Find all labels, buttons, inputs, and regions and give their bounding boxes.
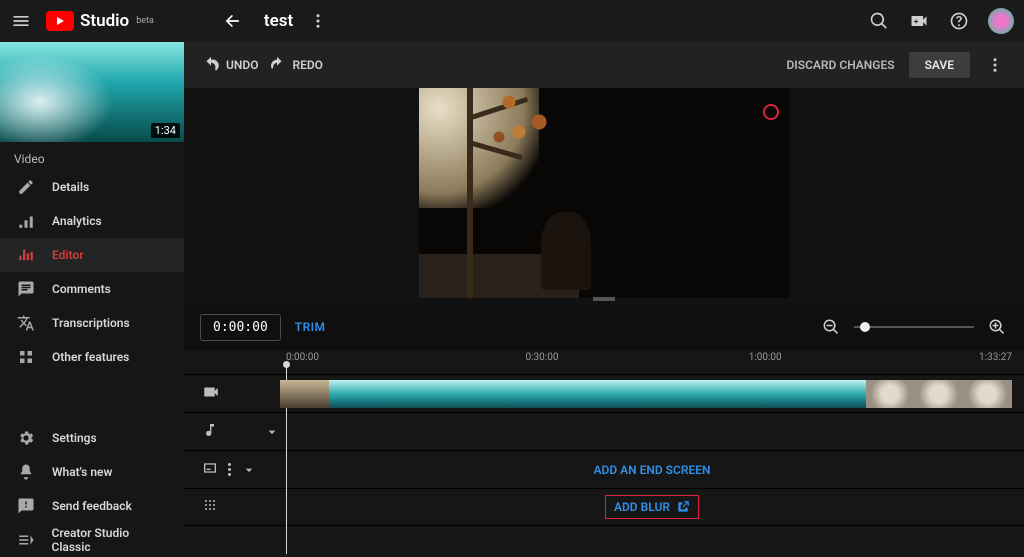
redo-label: REDO (292, 58, 322, 72)
blur-track: ADD BLUR (184, 488, 1024, 526)
trim-button[interactable]: TRIM (295, 320, 326, 334)
sidebar-item-other[interactable]: Other features (0, 340, 184, 374)
project-kebab-menu[interactable] (307, 10, 329, 32)
blur-icon (202, 497, 218, 517)
sidebar-item-label: Editor (52, 248, 84, 262)
sidebar-item-label: Comments (52, 282, 111, 296)
add-blur-label: ADD BLUR (614, 500, 670, 514)
translate-icon (16, 314, 36, 332)
sidebar-item-label: Other features (52, 350, 129, 364)
add-end-screen-button[interactable]: ADD AN END SCREEN (280, 463, 1024, 477)
comments-icon (16, 280, 36, 298)
sidebar-item-label: Details (52, 180, 89, 194)
sidebar-item-comments[interactable]: Comments (0, 272, 184, 306)
playback-controls: 0:00:00 TRIM (184, 304, 1024, 350)
save-button[interactable]: SAVE (909, 52, 970, 78)
sidebar-item-feedback[interactable]: Send feedback (0, 489, 184, 523)
ruler-mark: 0:00:00 (286, 352, 319, 363)
project-title: test (264, 11, 293, 31)
ruler-end: 1:33:27 (979, 352, 1012, 363)
track-kebab-icon[interactable] (228, 463, 231, 476)
sidebar-item-details[interactable]: Details (0, 170, 184, 204)
sidebar-item-analytics[interactable]: Analytics (0, 204, 184, 238)
create-icon[interactable] (908, 10, 930, 32)
analytics-icon (16, 212, 36, 230)
video-track-icon (202, 383, 220, 405)
chevron-down-icon[interactable] (264, 424, 280, 440)
account-avatar[interactable] (988, 8, 1014, 34)
audio-track (184, 412, 1024, 450)
gear-icon (16, 429, 36, 447)
youtube-play-icon (46, 11, 74, 31)
timeline: 0:00:00 0:30:00 1:00:00 1:33:27 (184, 350, 1024, 557)
sidebar-item-whatsnew[interactable]: What's new (0, 455, 184, 489)
discard-button[interactable]: DISCARD CHANGES (786, 58, 894, 72)
video-track (184, 374, 1024, 412)
sidebar-item-label: Analytics (52, 214, 102, 228)
sidebar-item-label: Creator Studio Classic (51, 526, 168, 554)
menu-button[interactable] (10, 10, 32, 32)
sidebar-item-label: Transcriptions (52, 316, 130, 330)
open-external-icon (676, 500, 690, 514)
back-button[interactable] (222, 10, 244, 32)
zoom-slider[interactable] (854, 326, 974, 328)
current-time-input[interactable]: 0:00:00 (200, 314, 281, 341)
timeline-ruler[interactable]: 0:00:00 0:30:00 1:00:00 1:33:27 (280, 350, 1024, 374)
video-preview[interactable] (419, 88, 789, 298)
record-indicator-icon (763, 104, 779, 120)
undo-button[interactable]: UNDO (202, 56, 258, 74)
sidebar-item-settings[interactable]: Settings (0, 421, 184, 455)
sidebar-item-label: Send feedback (52, 499, 132, 513)
ruler-mark: 0:30:00 (526, 352, 559, 363)
panel-drag-handle[interactable] (593, 297, 615, 301)
redo-button[interactable]: REDO (268, 56, 322, 74)
zoom-in-icon[interactable] (986, 316, 1008, 338)
editor-icon (16, 246, 36, 264)
sidebar-item-label: What's new (52, 465, 112, 479)
announce-icon (16, 463, 36, 481)
classic-icon (16, 531, 35, 549)
sidebar-item-label: Settings (52, 431, 97, 445)
preview-area (184, 88, 1024, 304)
editor-toolbar: UNDO REDO DISCARD CHANGES SAVE (184, 42, 1024, 88)
video-thumbnail[interactable]: 1:34 (0, 42, 184, 142)
other-icon (16, 348, 36, 366)
youtube-studio-logo[interactable]: Studio beta (46, 11, 154, 31)
sidebar: 1:34 Video Details Analytics Editor Comm… (0, 42, 184, 557)
zoom-out-icon[interactable] (820, 316, 842, 338)
thumbnail-duration: 1:34 (151, 123, 180, 138)
sidebar-item-editor[interactable]: Editor (0, 238, 184, 272)
brand-name: Studio (80, 11, 129, 31)
feedback-icon (16, 497, 36, 515)
sidebar-section-label: Video (0, 142, 184, 170)
chevron-down-icon[interactable] (241, 462, 257, 478)
brand-badge: beta (136, 16, 154, 26)
music-note-icon (202, 422, 218, 442)
video-thumb-strip[interactable] (280, 380, 1024, 408)
add-blur-button[interactable]: ADD BLUR (280, 495, 1024, 519)
sidebar-item-classic[interactable]: Creator Studio Classic (0, 523, 184, 557)
end-screen-icon (202, 460, 218, 480)
undo-label: UNDO (226, 58, 258, 72)
help-icon[interactable] (948, 10, 970, 32)
ruler-mark: 1:00:00 (749, 352, 782, 363)
sidebar-item-transcriptions[interactable]: Transcriptions (0, 306, 184, 340)
end-screen-track: ADD AN END SCREEN (184, 450, 1024, 488)
editor-kebab-menu[interactable] (984, 54, 1006, 76)
search-icon[interactable] (868, 10, 890, 32)
pencil-icon (16, 178, 36, 196)
